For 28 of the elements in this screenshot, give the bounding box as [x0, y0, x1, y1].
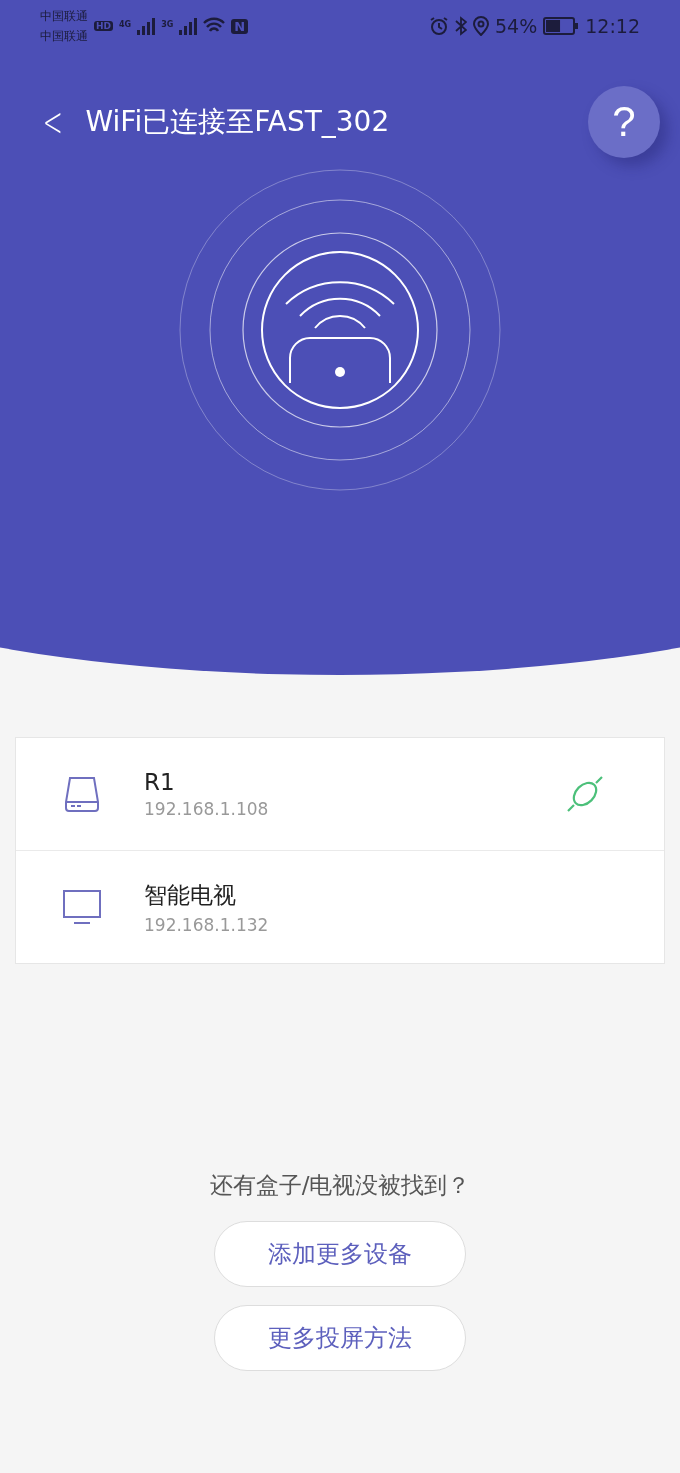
hd-badge: HD — [94, 21, 113, 31]
page-title: WiFi已连接至FAST_302 — [85, 104, 391, 140]
device-ip: 192.168.1.132 — [144, 914, 270, 935]
clock-time: 12:12 — [585, 15, 640, 37]
back-button[interactable]: < — [42, 99, 63, 145]
bluetooth-icon — [455, 16, 467, 36]
network-type: 4G — [119, 20, 132, 29]
network-type: 3G — [161, 20, 174, 29]
monitor-icon — [62, 887, 102, 927]
carrier-name: 中国联通 — [40, 8, 88, 25]
action-button[interactable]: 添加更多设备 — [214, 1221, 466, 1287]
battery-percent: 54% — [495, 15, 538, 37]
help-button[interactable]: ? — [588, 86, 660, 158]
battery-icon — [543, 17, 580, 35]
location-icon — [473, 16, 489, 36]
signal-icon — [179, 17, 198, 35]
nfc-badge: N — [231, 18, 249, 34]
device-row[interactable]: R1 192.168.1.108 — [16, 738, 664, 850]
hard-drive-icon — [62, 774, 102, 814]
device-ip: 192.168.1.108 — [144, 799, 270, 819]
device-row[interactable]: 智能电视 192.168.1.132 — [16, 850, 664, 963]
action-button[interactable]: 更多投屏方法 — [214, 1305, 466, 1371]
signal-icon — [137, 17, 156, 35]
carrier-name: 中国联通 — [40, 28, 88, 45]
prompt-text: 还有盒子/电视没被找到？ — [209, 1171, 471, 1200]
device-name: 智能电视 — [144, 880, 237, 910]
alarm-icon — [429, 16, 449, 36]
device-name: R1 — [144, 769, 176, 795]
